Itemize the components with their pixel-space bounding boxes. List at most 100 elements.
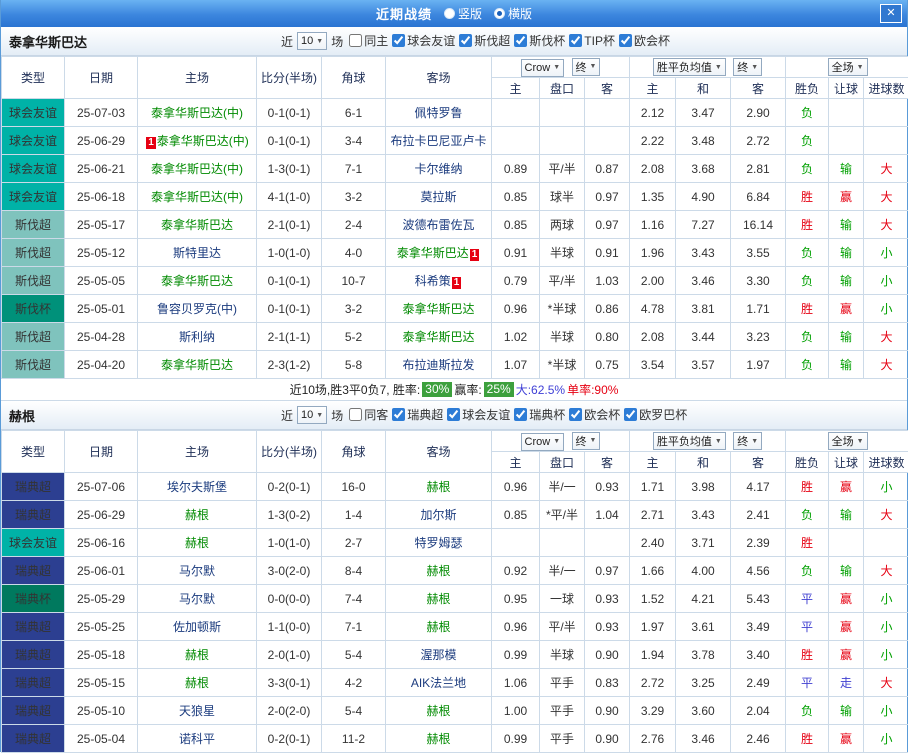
checkbox-input[interactable] (392, 408, 405, 421)
filter-checkbox[interactable]: 瑞典超 (392, 406, 443, 423)
result-cell: 胜 (786, 725, 829, 753)
euro-avg-select[interactable]: 胜平负均值▼ (653, 58, 726, 76)
odds-value: 6.84 (731, 183, 786, 211)
home-team: 埃尔夫斯堡 (138, 473, 257, 501)
euro-final-select[interactable]: 终▼ (733, 432, 762, 450)
odds-value (585, 127, 630, 155)
odds-value: 1.06 (492, 669, 540, 697)
checkbox-input[interactable] (624, 408, 637, 421)
match-count-select[interactable]: 10▼ (297, 406, 327, 424)
away-team: 波德布雷佐瓦 (386, 211, 492, 239)
checkbox-input[interactable] (392, 34, 405, 47)
odds-value: 3.44 (676, 323, 731, 351)
odds-value: 两球 (540, 211, 585, 239)
corner-score: 8-4 (322, 557, 386, 585)
filter-checkbox[interactable]: 斯伐杯 (514, 32, 565, 49)
goals-result-cell: 小 (864, 725, 908, 753)
home-team: 马尔默 (138, 557, 257, 585)
filter-checkboxes: 同客瑞典超球会友谊瑞典杯欧会杯欧罗巴杯 (345, 406, 687, 424)
checkbox-input[interactable] (619, 34, 632, 47)
filter-checkbox-label: 同客 (364, 406, 388, 423)
euro-final-select[interactable]: 终▼ (733, 58, 762, 76)
filter-checkbox[interactable]: 欧会杯 (619, 32, 670, 49)
checkbox-input[interactable] (514, 408, 527, 421)
match-date: 25-05-10 (65, 697, 138, 725)
match-row: 瑞典超25-05-25佐加顿斯1-1(0-0)7-1赫根0.96平/半0.931… (2, 613, 908, 641)
checkbox-input[interactable] (569, 34, 582, 47)
team-section: 赫根 近 10▼ 场 同客瑞典超球会友谊瑞典杯欧会杯欧罗巴杯 类型 日期 主场 (1, 401, 907, 753)
corner-score: 7-1 (322, 155, 386, 183)
layout-radio-horizontal[interactable]: 横版 (494, 5, 532, 22)
odds-value: 4.78 (630, 295, 676, 323)
odds-value: 0.80 (585, 323, 630, 351)
checkbox-input[interactable] (447, 408, 460, 421)
filter-checkbox[interactable]: 球会友谊 (392, 32, 455, 49)
home-team: 泰拿华斯巴达(中) (138, 183, 257, 211)
odds-value: 3.40 (731, 641, 786, 669)
away-team-name: 赫根 (426, 620, 450, 634)
bookmaker-select[interactable]: Crow▼ (521, 59, 565, 77)
filter-checkbox[interactable]: 欧罗巴杯 (624, 406, 687, 423)
red-card-badge: 1 (452, 277, 462, 289)
odds-value: 0.91 (492, 239, 540, 267)
match-type: 斯伐超 (2, 351, 65, 379)
col-header-handicap: 让球 (829, 78, 864, 99)
odds-value: 3.78 (676, 641, 731, 669)
checkbox-input[interactable] (514, 34, 527, 47)
goals-result-cell: 大 (864, 155, 908, 183)
match-row: 球会友谊25-06-21泰拿华斯巴达(中)1-3(0-1)7-1卡尔维纳0.89… (2, 155, 908, 183)
result-cell: 负 (786, 501, 829, 529)
filter-checkbox[interactable]: TIP杯 (569, 32, 615, 49)
odds-value: 1.71 (630, 473, 676, 501)
scope-select[interactable]: 全场▼ (828, 432, 868, 450)
match-date: 25-05-12 (65, 239, 138, 267)
away-team-name: 布拉卡巴尼亚卢卡 (390, 134, 486, 148)
home-team-name: 佐加顿斯 (173, 620, 221, 634)
match-score: 3-0(2-0) (257, 557, 322, 585)
match-rows: 瑞典超25-07-06埃尔夫斯堡0-2(0-1)16-0赫根0.96半/一0.9… (2, 473, 908, 753)
filter-checkbox[interactable]: 斯伐超 (459, 32, 510, 49)
match-rows: 球会友谊25-07-03泰拿华斯巴达(中)0-1(0-1)6-1佩特罗鲁2.12… (2, 99, 908, 379)
match-date: 25-06-21 (65, 155, 138, 183)
team-section: 泰拿华斯巴达 近 10▼ 场 同主球会友谊斯伐超斯伐杯TIP杯欧会杯 类型 日期… (1, 27, 907, 401)
odds-value: 1.35 (630, 183, 676, 211)
checkbox-input[interactable] (569, 408, 582, 421)
scope-select[interactable]: 全场▼ (828, 58, 868, 76)
home-team-name: 天狼星 (179, 704, 215, 718)
match-date: 25-06-18 (65, 183, 138, 211)
close-icon[interactable]: ✕ (880, 4, 902, 23)
match-date: 25-05-18 (65, 641, 138, 669)
odds-value: 2.46 (731, 725, 786, 753)
odds-value: 16.14 (731, 211, 786, 239)
corner-score: 3-2 (322, 183, 386, 211)
odds-value: 3.81 (676, 295, 731, 323)
checkbox-input[interactable] (349, 34, 362, 47)
filter-checkbox[interactable]: 同主 (349, 32, 388, 49)
odds-value: 0.85 (492, 501, 540, 529)
odds-value: 0.85 (492, 183, 540, 211)
bookmaker-select[interactable]: Crow▼ (521, 433, 565, 451)
match-type: 球会友谊 (2, 127, 65, 155)
match-count-select[interactable]: 10▼ (297, 32, 327, 50)
euro-avg-select[interactable]: 胜平负均值▼ (653, 432, 726, 450)
corner-score: 4-2 (322, 669, 386, 697)
odds-final-select[interactable]: 终▼ (572, 58, 601, 76)
away-team: 赫根 (386, 697, 492, 725)
filter-checkbox[interactable]: 球会友谊 (447, 406, 510, 423)
goals-result-cell: 小 (864, 295, 908, 323)
odds-final-select[interactable]: 终▼ (572, 432, 601, 450)
odds-value: 球半 (540, 183, 585, 211)
filter-checkbox[interactable]: 同客 (349, 406, 388, 423)
col-header-euro-draw: 和 (676, 452, 731, 473)
odds-value: 0.91 (585, 239, 630, 267)
chevron-down-icon: ▼ (590, 63, 597, 70)
odds-value: 2.72 (731, 127, 786, 155)
layout-radio-vertical[interactable]: 竖版 (444, 5, 482, 22)
filter-checkbox-label: 斯伐杯 (529, 32, 565, 49)
filter-checkbox[interactable]: 瑞典杯 (514, 406, 565, 423)
filter-checkbox[interactable]: 欧会杯 (569, 406, 620, 423)
away-team: 泰拿华斯巴达 (386, 295, 492, 323)
summary-part: 25% (484, 382, 514, 397)
checkbox-input[interactable] (349, 408, 362, 421)
checkbox-input[interactable] (459, 34, 472, 47)
